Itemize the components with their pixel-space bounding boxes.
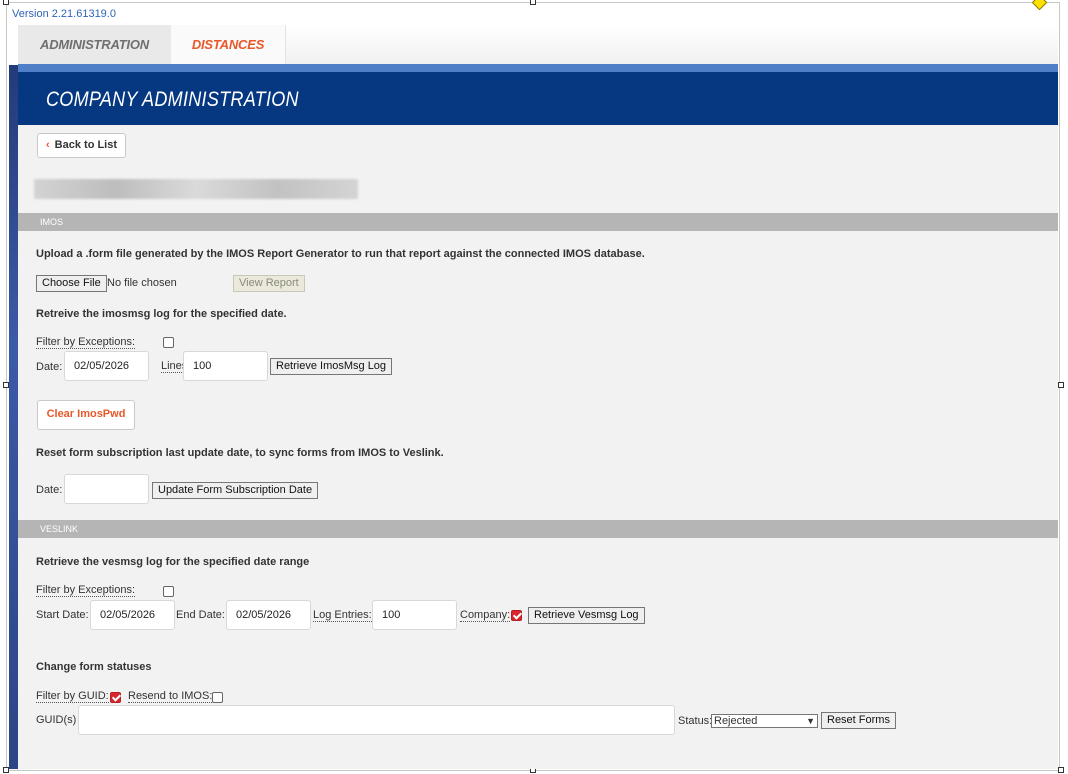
page-title: COMPANY ADMINISTRATION xyxy=(46,88,299,111)
tab-administration[interactable]: ADMINISTRATION xyxy=(18,25,171,64)
version-label: Version 2.21.61319.0 xyxy=(12,8,116,20)
no-file-label: No file chosen xyxy=(107,277,177,289)
log-entries-input[interactable]: 100 xyxy=(372,600,457,630)
imos-upload-text: Upload a .form file generated by the IMO… xyxy=(36,248,645,260)
back-to-list-button[interactable]: ‹ Back to List xyxy=(37,133,127,158)
imos-reset-text: Reset form subscription last update date… xyxy=(36,447,444,459)
status-label: Status: xyxy=(678,715,713,727)
start-date-input[interactable]: 02/05/2026 xyxy=(90,600,175,630)
reset-forms-button[interactable]: Reset Forms xyxy=(821,712,896,729)
status-select[interactable]: Rejected ▼ xyxy=(711,714,818,728)
left-decor-strip xyxy=(9,65,18,769)
guids-label: GUID(s) xyxy=(36,714,77,726)
imos-filter-exceptions-checkbox[interactable] xyxy=(163,337,174,348)
imos-filter-exceptions-label: Filter by Exceptions: xyxy=(36,336,136,349)
clear-imospwd-button[interactable]: Clear ImosPwd xyxy=(37,400,135,430)
banner-accent-strip xyxy=(18,64,1058,72)
imos-retrieve-text: Retreive the imosmsg log for the specifi… xyxy=(36,308,287,320)
status-select-value: Rejected xyxy=(714,715,758,727)
lines-input[interactable]: 100 xyxy=(183,351,268,381)
chevron-down-icon: ▼ xyxy=(806,716,815,726)
resend-imos-label: Resend to IMOS: xyxy=(128,690,213,703)
imos-date-input[interactable]: 02/05/2026 xyxy=(64,351,149,381)
tab-distances[interactable]: DISTANCES xyxy=(171,25,286,64)
resize-handle[interactable] xyxy=(3,0,9,5)
main-content: ‹ Back to List IMOS Upload a .form file g… xyxy=(18,125,1058,769)
resend-imos-checkbox[interactable] xyxy=(212,692,223,703)
log-entries-label: Log Entries: xyxy=(313,609,372,622)
change-form-statuses-text: Change form statuses xyxy=(36,661,152,673)
guids-input[interactable] xyxy=(78,705,675,735)
subscription-date-input[interactable] xyxy=(64,474,149,504)
resize-handle[interactable] xyxy=(530,0,536,5)
company-label: Company: xyxy=(460,609,511,622)
retrieve-vesmsg-log-button[interactable]: Retrieve Vesmsg Log xyxy=(528,607,645,624)
chevron-left-icon: ‹ xyxy=(46,139,50,151)
end-date-input[interactable]: 02/05/2026 xyxy=(226,600,311,630)
retrieve-imosmsg-log-button[interactable]: Retrieve ImosMsg Log xyxy=(270,358,393,375)
subscription-date-label: Date: xyxy=(36,484,63,496)
veslink-section-header: VESLINK xyxy=(18,520,1058,538)
veslink-filter-exceptions-checkbox[interactable] xyxy=(163,586,174,597)
veslink-retrieve-text: Retrieve the vesmsg log for the specifie… xyxy=(36,556,310,568)
imos-date-label: Date: xyxy=(36,361,63,373)
resize-handle[interactable] xyxy=(1058,767,1064,773)
start-date-label: Start Date: xyxy=(36,609,89,621)
view-report-button[interactable]: View Report xyxy=(233,275,305,292)
page-banner: COMPANY ADMINISTRATION xyxy=(18,72,1058,125)
update-form-subscription-date-button[interactable]: Update Form Subscription Date xyxy=(152,482,319,499)
filter-guid-label: Filter by GUID: xyxy=(36,690,109,703)
choose-file-button[interactable]: Choose File xyxy=(36,275,107,292)
end-date-label: End Date: xyxy=(176,609,225,621)
filter-guid-checkbox[interactable] xyxy=(110,692,121,703)
back-to-list-label: Back to List xyxy=(54,139,118,151)
top-nav: ADMINISTRATION DISTANCES xyxy=(18,25,1058,65)
company-checkbox[interactable] xyxy=(511,610,522,621)
resize-handle[interactable] xyxy=(1058,382,1064,388)
imos-section-header: IMOS xyxy=(18,213,1058,231)
veslink-filter-exceptions-label: Filter by Exceptions: xyxy=(36,584,136,597)
redacted-company-name xyxy=(34,179,358,199)
